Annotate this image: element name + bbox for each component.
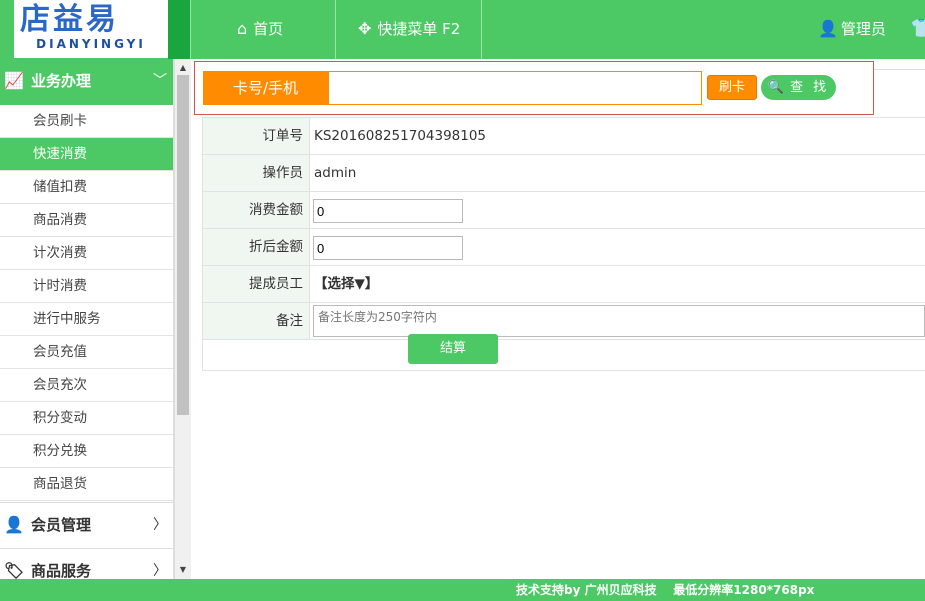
form-row-operator: 操作员 admin — [202, 154, 925, 192]
nav-divider — [335, 0, 336, 59]
nav-admin-label: 管理员 — [840, 20, 886, 38]
home-icon: ⌂ — [237, 19, 248, 38]
nav-quick-menu[interactable]: ✥ 快捷菜单 F2 — [358, 0, 460, 59]
form-row-staff: 提成员工 【选择▼】 — [202, 265, 925, 303]
sidebar-item-quick-consume[interactable]: 快速消费 — [0, 138, 173, 171]
order-no-value: KS201608251704398105 — [314, 128, 487, 144]
logo-accent-bar — [168, 0, 190, 59]
footer: 技术支持by 广州贝应科技 最低分辨率1280*768px — [0, 579, 925, 601]
staff-select[interactable]: 【选择▼】 — [314, 266, 378, 302]
nav-home[interactable]: ⌂ 首页 — [237, 0, 283, 59]
operator-value: admin — [314, 165, 357, 181]
staff-label: 提成员工 — [202, 266, 310, 302]
remark-label: 备注 — [202, 303, 310, 339]
chevron-right-icon: 〉 — [153, 517, 167, 533]
search-button[interactable]: 🔍 查 找 — [761, 75, 836, 100]
consume-form: 订单号 KS201608251704398105 操作员 admin 消费金额 … — [202, 117, 925, 371]
swipe-card-button[interactable]: 刷卡 — [707, 75, 757, 100]
logo: 店益易 DIANYINGYI — [14, 0, 168, 58]
sidebar-item-list: 会员刷卡 快速消费 储值扣费 商品消费 计次消费 计时消费 进行中服务 会员充值… — [0, 105, 173, 501]
scroll-up-arrow-icon[interactable]: ▲ — [175, 61, 191, 75]
form-row-amount: 消费金额 — [202, 191, 925, 229]
settle-button[interactable]: 结算 — [408, 334, 498, 364]
top-header: 店益易 DIANYINGYI ⌂ 首页 ✥ 快捷菜单 F2 👤 管理员 👕 — [0, 0, 925, 59]
chevron-right-icon: 〉 — [153, 563, 167, 579]
sidebar-item-goods-return[interactable]: 商品退货 — [0, 468, 173, 501]
amount-label: 消费金额 — [202, 192, 310, 228]
sidebar-item-member-recharge[interactable]: 会员充值 — [0, 336, 173, 369]
search-button-label: 查 找 — [790, 80, 830, 95]
chevron-down-icon: ﹀ — [153, 73, 167, 89]
logo-cn-text: 店益易 — [20, 2, 119, 37]
remark-textarea[interactable] — [313, 305, 925, 337]
sidebar: 📈 业务办理 ﹀ 会员刷卡 快速消费 储值扣费 商品消费 计次消费 计时消费 进… — [0, 59, 174, 579]
search-icon: 🔍 — [767, 80, 785, 95]
amount-input[interactable] — [313, 199, 463, 223]
sidebar-section-goods[interactable]: 🏷 商品服务 〉 — [0, 548, 173, 579]
form-row-remark: 备注 — [202, 302, 925, 340]
sidebar-section-member[interactable]: 👤 会员管理 〉 — [0, 502, 173, 549]
nav-divider — [190, 0, 191, 59]
scroll-down-arrow-icon[interactable]: ▼ — [175, 563, 191, 577]
divider-line — [874, 69, 925, 70]
discount-input[interactable] — [313, 236, 463, 260]
sidebar-item-points-change[interactable]: 积分变动 — [0, 402, 173, 435]
sidebar-section-label: 业务办理 — [31, 72, 92, 90]
nav-divider — [481, 0, 482, 59]
sidebar-item-points-exchange[interactable]: 积分兑换 — [0, 435, 173, 468]
sidebar-section-label: 会员管理 — [31, 516, 92, 534]
move-icon: ✥ — [358, 19, 372, 38]
discount-label: 折后金额 — [202, 229, 310, 265]
sidebar-item-stored-deduct[interactable]: 储值扣费 — [0, 171, 173, 204]
sidebar-item-time-consume[interactable]: 计时消费 — [0, 270, 173, 303]
user-icon: 👤 — [818, 19, 838, 38]
form-row-actions — [202, 339, 925, 371]
sidebar-item-goods-consume[interactable]: 商品消费 — [0, 204, 173, 237]
sidebar-section-label: 商品服务 — [31, 562, 92, 579]
form-row-order-no: 订单号 KS201608251704398105 — [202, 117, 925, 155]
sidebar-item-member-recharge-count[interactable]: 会员充次 — [0, 369, 173, 402]
nav-shirt[interactable]: 👕 — [910, 0, 925, 59]
order-no-label: 订单号 — [202, 118, 310, 154]
nav-home-label: 首页 — [253, 20, 284, 38]
chart-icon: 📈 — [4, 71, 24, 90]
logo-en-text: DIANYINGYI — [36, 37, 146, 51]
nav-admin[interactable]: 👤 管理员 — [818, 0, 886, 59]
sidebar-scrollbar[interactable]: ▲ ▼ — [174, 59, 191, 579]
form-row-discount: 折后金额 — [202, 228, 925, 266]
card-phone-label: 卡号/手机 — [203, 71, 328, 105]
sidebar-item-in-service[interactable]: 进行中服务 — [0, 303, 173, 336]
scrollbar-thumb[interactable] — [177, 75, 189, 415]
sidebar-item-count-consume[interactable]: 计次消费 — [0, 237, 173, 270]
tag-icon: 🏷 — [3, 561, 25, 579]
operator-label: 操作员 — [202, 155, 310, 191]
user-icon: 👤 — [4, 515, 24, 534]
sidebar-item-member-swipe[interactable]: 会员刷卡 — [0, 105, 173, 138]
nav-quick-menu-label: 快捷菜单 F2 — [377, 20, 461, 38]
shirt-icon: 👕 — [910, 18, 925, 39]
sidebar-section-business[interactable]: 📈 业务办理 ﹀ — [0, 59, 173, 105]
card-phone-input[interactable] — [328, 71, 702, 105]
footer-text: 技术支持by 广州贝应科技 最低分辨率1280*768px — [516, 583, 815, 597]
